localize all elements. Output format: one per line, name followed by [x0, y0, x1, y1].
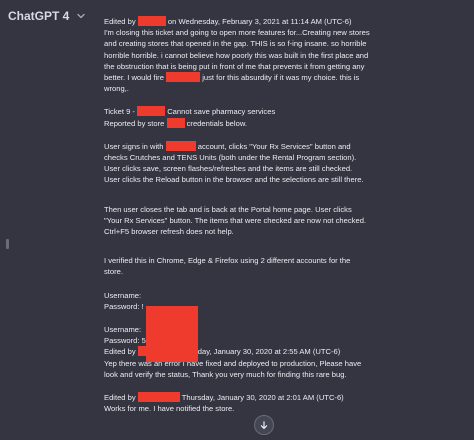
- redaction-block: [137, 392, 180, 403]
- paragraph-1: I'm closing this ticket and going to ope…: [104, 28, 370, 94]
- redaction-block: [137, 16, 166, 26]
- password-1-line: Password: !: [104, 301, 144, 311]
- edited-line-2: Edited by on Thursday, January 30, 2020 …: [104, 346, 341, 357]
- scroll-down-button[interactable]: [254, 415, 274, 435]
- redaction-block: [166, 72, 201, 83]
- paragraph-2: User signs in with account, clicks "Your…: [104, 140, 364, 185]
- redaction-block: [137, 106, 166, 117]
- sidebar-resize-handle[interactable]: [6, 239, 9, 249]
- model-selector[interactable]: ChatGPT 4: [8, 7, 86, 25]
- redaction-block: [166, 117, 185, 128]
- redaction-block: [165, 140, 196, 151]
- paragraph-4: I verified this in Chrome, Edge & Firefo…: [104, 256, 351, 277]
- model-title: ChatGPT 4: [8, 9, 70, 23]
- username-2-line: Username:: [104, 325, 142, 335]
- chevron-down-icon: [76, 10, 86, 20]
- credentials-redaction: [146, 306, 198, 362]
- paragraph-3: Then user closes the tab and is back at …: [104, 204, 367, 237]
- ticket-line: Ticket 9 - Cannot save pharmacy services: [104, 106, 276, 117]
- reported-line: Reported by store credentials below.: [104, 117, 247, 128]
- edited-line-3: Edited by Thursday, January 30, 2020 at …: [104, 392, 344, 403]
- username-1-line: Username:: [104, 290, 142, 300]
- edited-line-1: Edited by on Wednesday, February 3, 2021…: [104, 16, 352, 26]
- message-content: Edited by on Wednesday, February 3, 2021…: [104, 16, 370, 414]
- final-line: Works for me. I have notified the store.: [104, 404, 235, 414]
- reply-text: Yep there was an error I have fixed and …: [104, 358, 362, 379]
- arrow-down-icon: [260, 421, 268, 429]
- password-2-line: Password: 5: [104, 336, 146, 346]
